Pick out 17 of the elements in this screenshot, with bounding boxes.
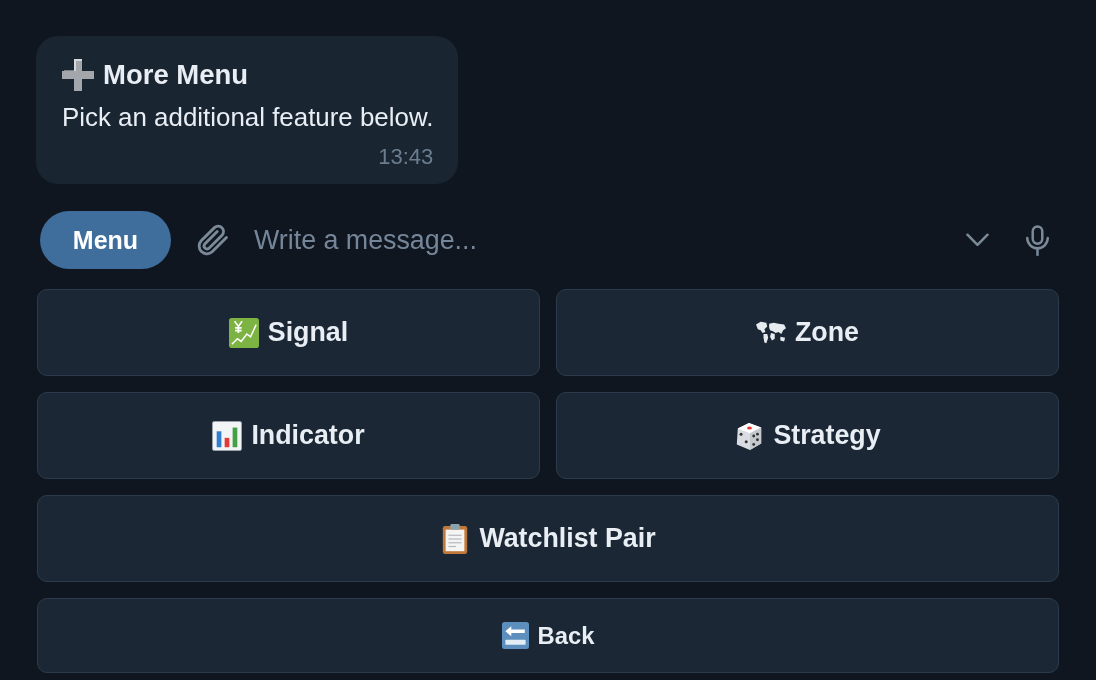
rising-chart-icon bbox=[228, 317, 259, 348]
keyboard-button[interactable]: Signal bbox=[37, 289, 540, 376]
keyboard-button[interactable]: Indicator bbox=[37, 392, 540, 479]
keyboard-button[interactable]: Back bbox=[37, 598, 1059, 673]
keyboard-button[interactable]: Strategy bbox=[556, 392, 1059, 479]
paperclip-icon[interactable] bbox=[197, 224, 229, 256]
message-title: More Menu bbox=[103, 59, 249, 91]
plus-icon bbox=[62, 59, 94, 91]
chevron-down-icon[interactable] bbox=[966, 233, 989, 247]
message-text: Pick an additional feature below. bbox=[62, 102, 434, 133]
message-input[interactable]: Write a message... bbox=[254, 220, 954, 260]
bar-chart-icon bbox=[212, 420, 243, 451]
keyboard-button[interactable]: Zone bbox=[556, 289, 1059, 376]
keyboard-button[interactable]: Watchlist Pair bbox=[37, 495, 1059, 582]
microphone-icon[interactable] bbox=[1026, 224, 1049, 256]
menu-button[interactable]: Menu bbox=[40, 211, 171, 269]
message-time: 13:43 bbox=[378, 144, 434, 170]
